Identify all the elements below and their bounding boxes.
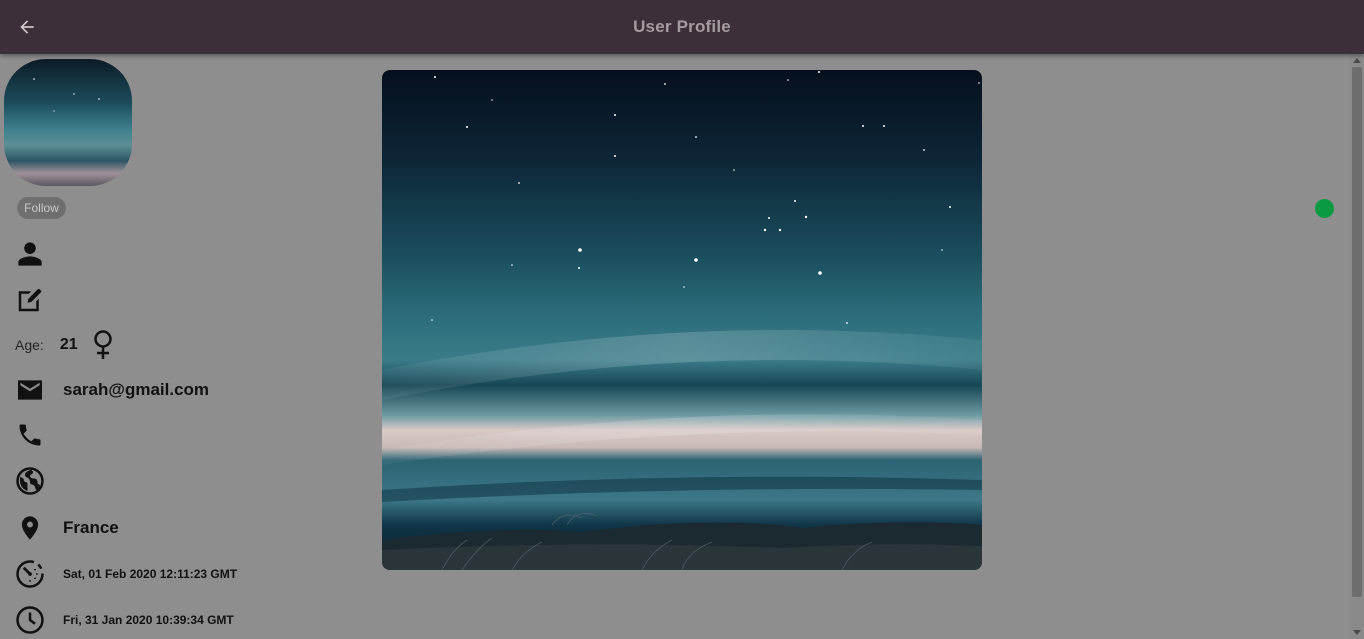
email-row: sarah@gmail.com [15, 374, 209, 406]
location-row: France [15, 512, 119, 544]
phone-row [15, 420, 45, 450]
last-seen-date: Fri, 31 Jan 2020 10:39:34 GMT [63, 613, 234, 627]
timer-icon [15, 559, 45, 589]
scroll-down-icon[interactable] [1353, 630, 1361, 635]
person-icon [15, 239, 45, 269]
follow-button[interactable]: Follow [17, 197, 66, 219]
cover-image[interactable] [382, 70, 982, 570]
app-bar: User Profile [0, 0, 1364, 54]
last-seen-row: Fri, 31 Jan 2020 10:39:34 GMT [15, 604, 234, 636]
mail-icon [15, 375, 45, 405]
page-title: User Profile [633, 17, 731, 36]
age-row: Age: 21 [15, 329, 114, 361]
age-value: 21 [59, 336, 78, 353]
location-pin-icon [15, 513, 45, 543]
clock-icon [15, 605, 45, 635]
vertical-scrollbar[interactable] [1350, 54, 1364, 639]
email-text[interactable]: sarah@gmail.com [63, 380, 209, 400]
profile-content: Follow Age: 21 sarah@gmail.com France Sa… [0, 54, 1350, 639]
edit-icon [15, 285, 45, 315]
website-row [15, 466, 45, 496]
scroll-thumb[interactable] [1352, 67, 1362, 597]
phone-icon [15, 420, 45, 450]
globe-icon [15, 466, 45, 496]
location-text: France [63, 518, 119, 537]
name-row [15, 239, 45, 269]
bio-row [15, 285, 45, 315]
created-row: Sat, 01 Feb 2020 12:11:23 GMT [15, 558, 237, 590]
created-date: Sat, 01 Feb 2020 12:11:23 GMT [63, 567, 238, 581]
female-icon [92, 330, 114, 360]
online-status-indicator [1315, 199, 1334, 218]
avatar[interactable] [4, 59, 132, 186]
scroll-up-icon[interactable] [1353, 58, 1361, 63]
age-label: Age: [15, 337, 44, 353]
